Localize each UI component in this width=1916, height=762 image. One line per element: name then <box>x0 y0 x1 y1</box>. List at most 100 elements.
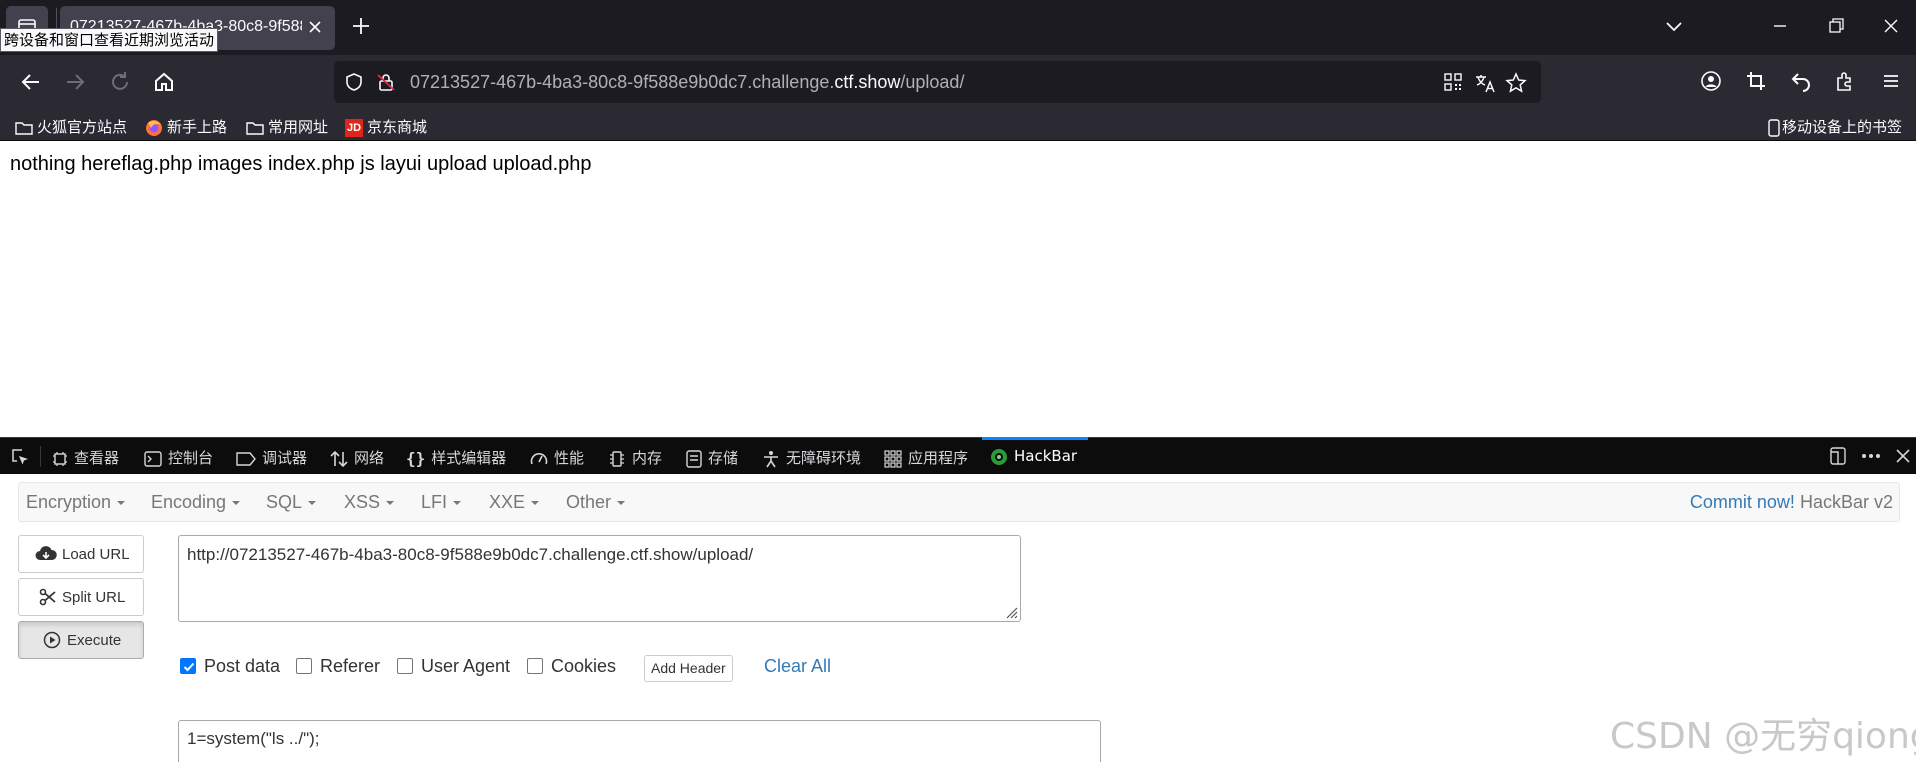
option-label: User Agent <box>421 656 511 676</box>
forward-icon[interactable] <box>63 70 87 94</box>
style-editor-icon: {} <box>406 449 426 468</box>
menu-encryption[interactable]: Encryption <box>26 492 126 513</box>
firefox-icon <box>146 119 162 136</box>
menu-xxe[interactable]: XXE <box>489 492 540 513</box>
split-url-button[interactable]: Split URL <box>18 578 144 616</box>
more-options-icon[interactable] <box>1860 446 1882 466</box>
active-tab-indicator <box>982 437 1088 440</box>
bookmark-label: 火狐官方站点 <box>37 118 128 136</box>
translate-icon[interactable] <box>1474 72 1496 94</box>
menu-sql[interactable]: SQL <box>266 492 317 513</box>
element-picker-icon[interactable] <box>10 447 30 467</box>
url-prefix: 07213527-467b-4ba3-80c8-9f588e9b0dc7.cha… <box>410 72 835 92</box>
bookmark-item[interactable]: JD 京东商城 <box>345 116 428 137</box>
caret-down-icon <box>232 501 241 506</box>
commit-link[interactable]: Commit now! <box>1690 492 1795 512</box>
bookmark-item[interactable]: 常用网址 <box>246 116 328 136</box>
cookies-option[interactable]: Cookies <box>527 656 616 678</box>
qrcode-icon[interactable] <box>1443 72 1463 92</box>
menu-lfi[interactable]: LFI <box>421 492 462 513</box>
bookmark-item[interactable]: 新手上路 <box>145 116 227 136</box>
hackbar-panel: Encryption Encoding SQL XSS LFI XXE Othe… <box>0 474 1916 762</box>
post-data-checkbox[interactable] <box>180 658 196 674</box>
cookies-checkbox[interactable] <box>527 658 543 674</box>
devtools-toolbar: 查看器 控制台 调试器 网络 {} 样式编辑器 性能 内存 存储 无障碍环境 应用… <box>0 437 1916 474</box>
storage-icon <box>686 449 702 468</box>
menu-encoding[interactable]: Encoding <box>151 492 241 513</box>
close-icon[interactable] <box>307 19 323 35</box>
close-window-icon[interactable] <box>1881 16 1901 36</box>
resize-handle-icon[interactable] <box>1004 605 1018 619</box>
url-textarea[interactable]: http://07213527-467b-4ba3-80c8-9f588e9b0… <box>178 535 1021 622</box>
account-icon[interactable] <box>1700 70 1722 92</box>
address-bar[interactable]: 07213527-467b-4ba3-80c8-9f588e9b0dc7.cha… <box>334 61 1541 103</box>
folder-icon <box>246 121 264 135</box>
folder-icon <box>15 121 33 135</box>
menu-icon[interactable] <box>1880 70 1902 92</box>
dock-icon[interactable] <box>1828 446 1848 466</box>
hackbar-icon <box>991 448 1007 465</box>
tab-memory[interactable]: 内存 <box>608 447 662 467</box>
tab-network[interactable]: 网络 <box>330 447 384 467</box>
watermark: CSDN @无穷qiong <box>1610 716 1916 757</box>
reload-icon[interactable] <box>108 70 132 94</box>
shield-icon[interactable] <box>344 72 364 92</box>
tab-performance[interactable]: 性能 <box>530 447 584 467</box>
undo-icon[interactable] <box>1790 70 1812 92</box>
tab-console[interactable]: 控制台 <box>144 447 213 467</box>
extensions-icon[interactable] <box>1834 70 1856 92</box>
referer-checkbox[interactable] <box>296 658 312 674</box>
referer-option[interactable]: Referer <box>296 656 380 678</box>
execute-button[interactable]: Execute <box>18 621 144 659</box>
menu-label: XSS <box>344 492 381 512</box>
menu-other[interactable]: Other <box>566 492 626 513</box>
tab-label: 存储 <box>708 449 739 467</box>
caret-down-icon <box>531 501 540 506</box>
user-agent-option[interactable]: User Agent <box>397 656 510 678</box>
bookmark-label: 移动设备上的书签 <box>1782 118 1903 136</box>
mobile-bookmarks[interactable]: 移动设备上的书签 <box>1768 116 1903 137</box>
back-icon[interactable] <box>19 70 43 94</box>
add-header-button[interactable]: Add Header <box>644 655 733 682</box>
load-url-button[interactable]: Load URL <box>18 535 144 573</box>
post-data-option[interactable]: Post data <box>180 656 280 678</box>
tab-label: 性能 <box>554 449 585 467</box>
url-domain: ctf.show <box>834 72 901 92</box>
cloud-download-icon <box>35 546 57 560</box>
tab-application[interactable]: 应用程序 <box>884 447 968 468</box>
tab-label: 样式编辑器 <box>431 449 507 467</box>
network-icon <box>330 450 348 467</box>
menu-xss[interactable]: XSS <box>344 492 395 513</box>
tab-hackbar[interactable]: HackBar <box>990 447 1077 467</box>
tab-storage[interactable]: 存储 <box>686 447 739 468</box>
post-data-textarea[interactable]: 1=system("ls ../"); <box>178 720 1101 762</box>
restore-icon[interactable] <box>1826 16 1846 36</box>
close-devtools-icon[interactable] <box>1894 447 1912 465</box>
bookmark-label: 京东商城 <box>367 118 428 136</box>
new-tab-icon[interactable] <box>351 16 371 36</box>
performance-icon <box>530 452 548 464</box>
tab-style-editor[interactable]: {} 样式编辑器 <box>406 447 507 468</box>
home-icon[interactable] <box>152 70 176 94</box>
tab-label: 控制台 <box>168 449 214 467</box>
tab-inspector[interactable]: 查看器 <box>52 447 119 467</box>
user-agent-checkbox[interactable] <box>397 658 413 674</box>
navigation-toolbar: 07213527-467b-4ba3-80c8-9f588e9b0dc7.cha… <box>0 55 1916 110</box>
chevron-down-icon[interactable] <box>1664 16 1684 36</box>
mobile-icon <box>1768 118 1780 137</box>
bookmark-item[interactable]: 火狐官方站点 <box>15 116 127 136</box>
insecure-lock-icon[interactable] <box>376 72 396 92</box>
url-text: 07213527-467b-4ba3-80c8-9f588e9b0dc7.cha… <box>410 72 964 93</box>
minimize-icon[interactable] <box>1770 16 1790 36</box>
tab-debugger[interactable]: 调试器 <box>236 447 307 467</box>
star-icon[interactable] <box>1505 72 1527 94</box>
crop-icon[interactable] <box>1745 70 1767 92</box>
play-circle-icon <box>43 631 61 649</box>
clear-all-link[interactable]: Clear All <box>764 656 831 677</box>
menu-label: SQL <box>266 492 303 512</box>
tab-label: 网络 <box>354 449 385 467</box>
caret-down-icon <box>308 501 317 506</box>
tab-accessibility[interactable]: 无障碍环境 <box>762 447 861 467</box>
button-label: Execute <box>67 632 122 649</box>
option-label: Referer <box>320 656 381 676</box>
